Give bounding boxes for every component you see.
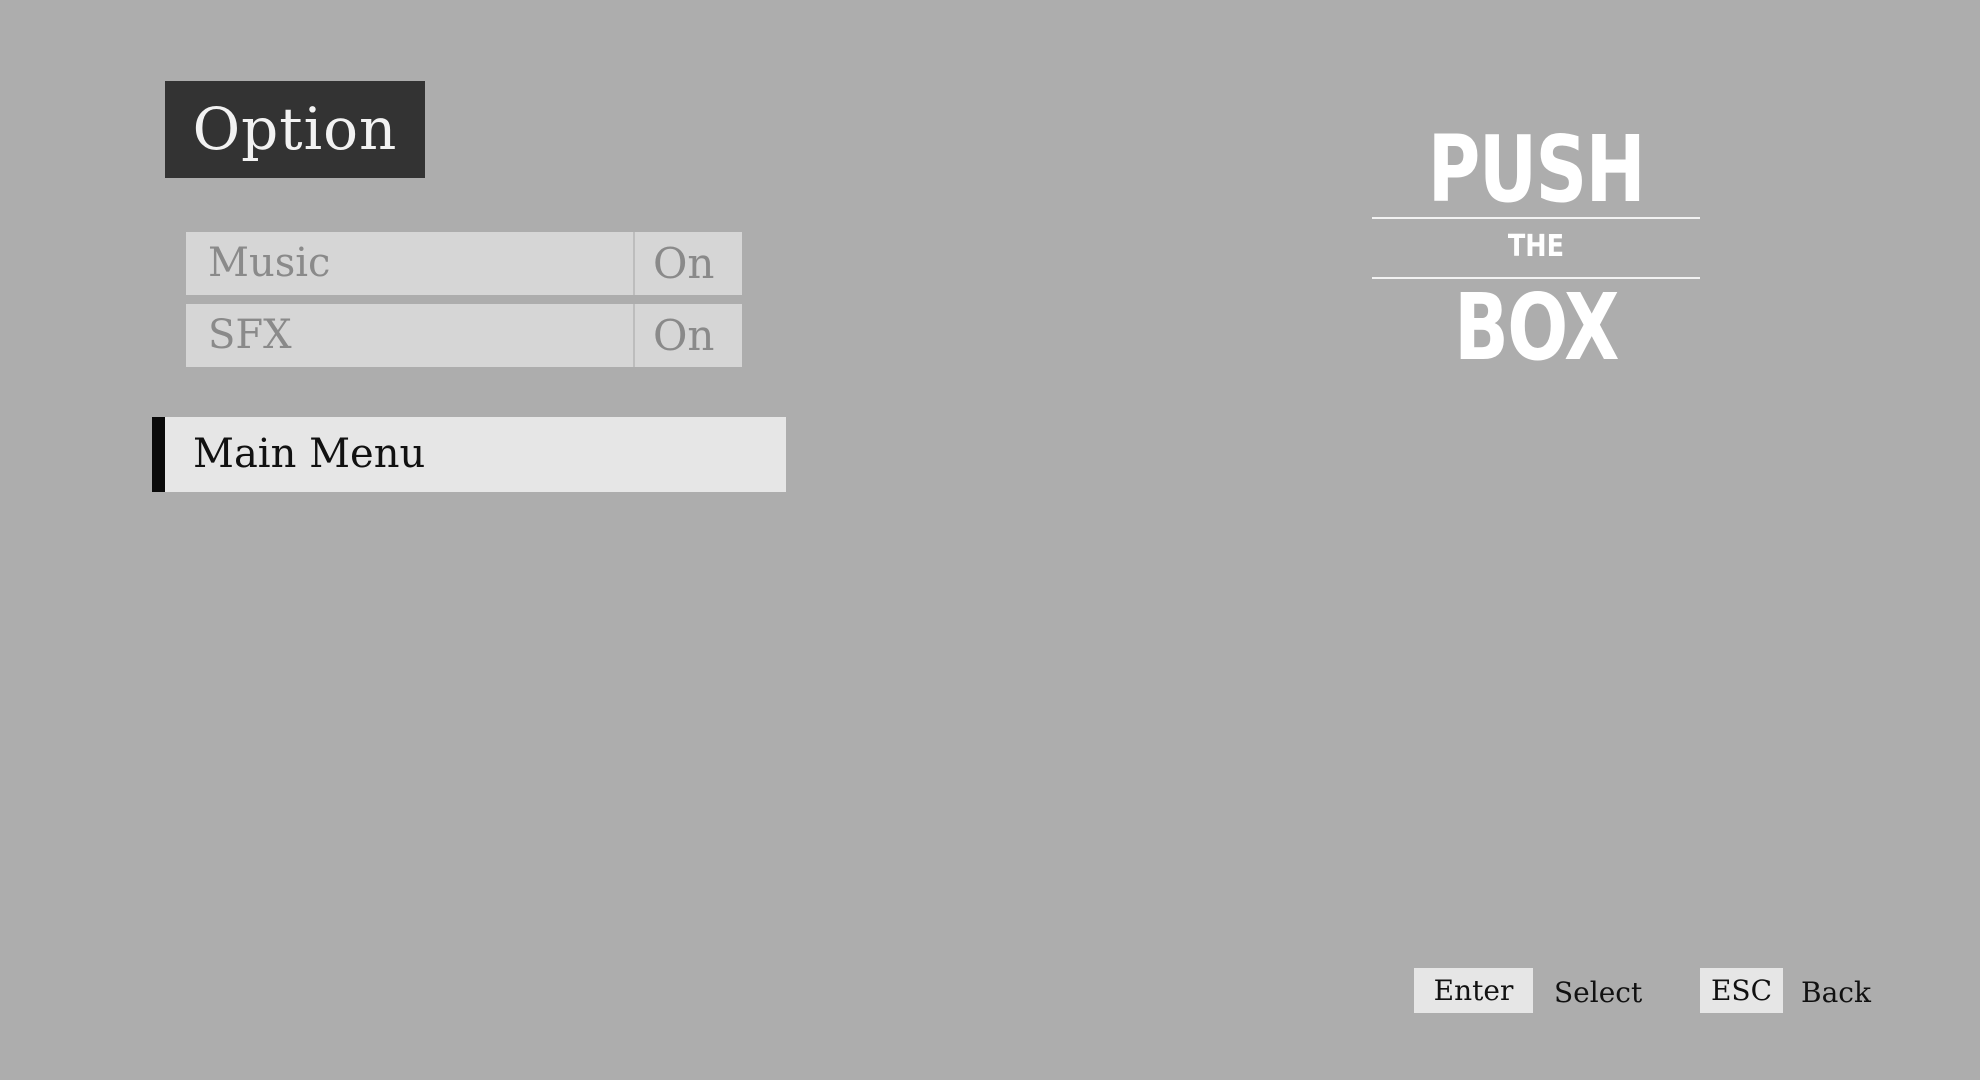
logo-divider-top (1372, 217, 1700, 219)
selection-indicator (152, 417, 165, 492)
option-label-sfx: SFX (186, 304, 635, 367)
enter-key-hint: Enter (1414, 968, 1533, 1013)
main-menu-button[interactable]: Main Menu (152, 417, 786, 492)
game-logo: PUSH THE BOX (1372, 116, 1700, 378)
esc-key-hint: ESC (1700, 968, 1783, 1013)
select-action-label: Select (1554, 976, 1643, 1009)
back-action-label: Back (1801, 976, 1871, 1009)
logo-word-the: THE (1507, 229, 1565, 264)
main-menu-label: Main Menu (193, 431, 426, 477)
option-label-music: Music (186, 232, 635, 295)
option-value-sfx[interactable]: On (635, 304, 742, 367)
option-row-sfx[interactable]: SFX On (186, 304, 742, 367)
page-title: Option (165, 81, 425, 178)
option-value-music[interactable]: On (635, 232, 742, 295)
logo-word-push: PUSH (1427, 116, 1646, 223)
logo-word-box: BOX (1454, 274, 1619, 381)
option-row-music[interactable]: Music On (186, 232, 742, 295)
